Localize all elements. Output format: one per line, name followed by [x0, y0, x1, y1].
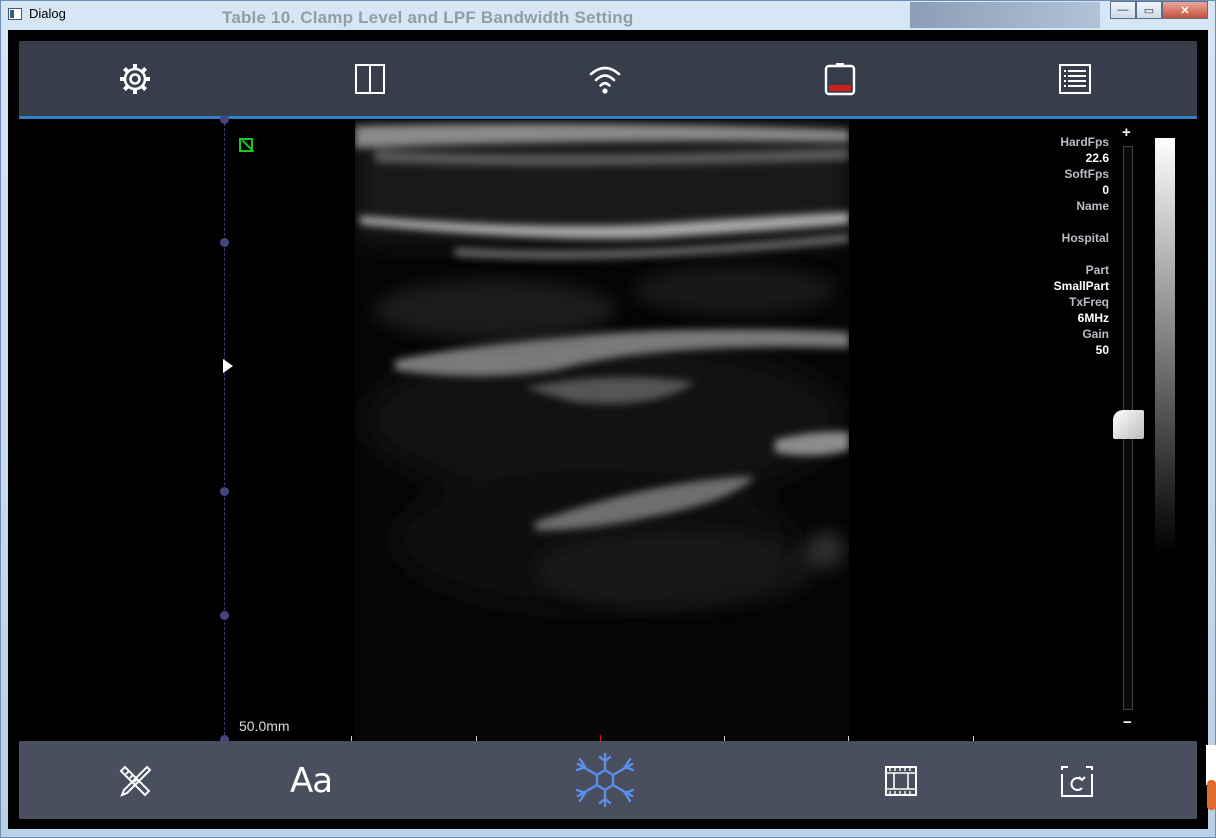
gain-slider-handle[interactable] [1113, 410, 1144, 439]
info-value-name [969, 214, 1109, 230]
info-label-gain: Gain [1082, 327, 1109, 341]
info-label-txfreq: TxFreq [1068, 295, 1109, 309]
gain-increase-button[interactable]: + [1122, 124, 1131, 141]
snowflake-icon [575, 752, 635, 808]
battery-indicator [822, 61, 858, 97]
depth-label: 50.0mm [239, 718, 290, 734]
maximize-button[interactable]: ▭ [1136, 1, 1162, 19]
info-label-softfps: SoftFps [1064, 167, 1109, 181]
info-label-hardfps: HardFps [1060, 135, 1109, 149]
ultrasound-app: 50.0mm HardFps 22.6 SoftFps 0 Name Hospi… [8, 30, 1208, 829]
info-label-part: Part [1085, 263, 1109, 277]
battery-icon [824, 63, 856, 96]
window-controls: — ▭ ✕ [1110, 1, 1208, 20]
bottom-toolbar: Aa [19, 741, 1197, 819]
info-value-hospital [969, 246, 1109, 262]
annotation-button[interactable]: Aa [289, 759, 333, 803]
settings-button[interactable] [117, 61, 153, 97]
info-value-gain: 50 [1095, 343, 1109, 357]
wifi-button[interactable] [587, 61, 623, 97]
info-label-name: Name [1076, 199, 1109, 213]
depth-marker [220, 487, 229, 496]
capture-icon [1061, 766, 1093, 797]
split-view-icon [355, 64, 385, 94]
text-annotation-icon: Aa [289, 761, 333, 801]
grayscale-bar [1155, 138, 1175, 554]
depth-ruler [224, 118, 227, 740]
b-mode-scan [355, 120, 849, 740]
external-app-icon [1207, 780, 1216, 810]
close-button[interactable]: ✕ [1162, 1, 1208, 19]
info-value-hardfps: 22.6 [1085, 151, 1109, 165]
gear-icon [120, 64, 150, 94]
info-value-softfps: 0 [1102, 183, 1109, 197]
depth-marker [220, 611, 229, 620]
minimize-button[interactable]: — [1110, 1, 1136, 19]
depth-marker [220, 115, 229, 124]
background-document-text: Table 10. Clamp Level and LPF Bandwidth … [222, 8, 634, 27]
info-value-part: SmallPart [1053, 279, 1109, 293]
roi-toggle[interactable] [239, 138, 253, 152]
depth-marker [220, 238, 229, 247]
measure-tools-icon [119, 765, 152, 797]
window-title: Dialog [29, 6, 66, 21]
freeze-button[interactable] [571, 751, 639, 809]
ultrasound-image[interactable] [355, 120, 849, 740]
background-document-block [910, 2, 1100, 28]
layout-button[interactable] [352, 61, 388, 97]
cine-button[interactable] [879, 759, 923, 803]
measure-button[interactable] [113, 759, 157, 803]
top-toolbar [19, 41, 1197, 119]
gain-decrease-button[interactable]: − [1123, 714, 1132, 731]
focus-marker[interactable] [223, 359, 233, 373]
info-panel: HardFps 22.6 SoftFps 0 Name Hospital Par… [969, 134, 1109, 358]
capture-button[interactable] [1055, 759, 1099, 803]
film-icon [885, 766, 917, 796]
title-bar[interactable]: Dialog Table 10. Clamp Level and LPF Ban… [0, 0, 1216, 30]
report-button[interactable] [1057, 61, 1093, 97]
list-document-icon [1059, 64, 1091, 94]
external-window-edge [1206, 745, 1216, 785]
info-value-txfreq: 6MHz [1077, 311, 1109, 325]
info-label-hospital: Hospital [1061, 231, 1109, 245]
app-icon [8, 8, 22, 20]
wifi-icon [589, 66, 621, 94]
